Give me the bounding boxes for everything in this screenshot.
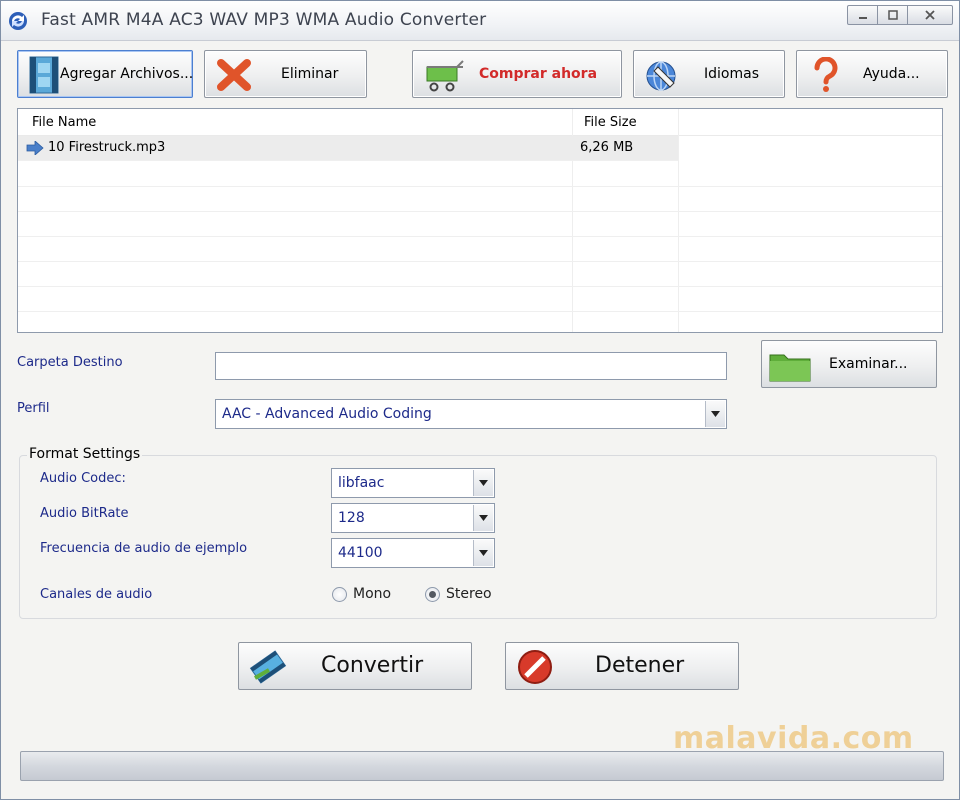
file-list-header: File Name File Size [18,109,942,136]
question-mark-icon [814,57,838,92]
empty-row [18,162,942,187]
file-name-cell: 10 Firestruck.mp3 [26,140,165,155]
buy-now-label: Comprar ahora [479,66,598,82]
empty-row [18,287,942,312]
browse-label: Examinar... [829,356,908,372]
shopping-cart-icon [426,60,464,92]
radio-stereo[interactable]: Stereo [425,586,492,602]
arrow-right-icon [26,140,44,155]
empty-row [18,262,942,287]
watermark-text: malavida.com [673,721,914,756]
empty-row [18,212,942,237]
window-title: Fast AMR M4A AC3 WAV MP3 WMA Audio Conve… [41,10,487,30]
radio-stereo-label: Stereo [446,586,492,602]
maximize-icon [887,10,898,20]
radio-mono[interactable]: Mono [332,586,391,602]
title-bar: Fast AMR M4A AC3 WAV MP3 WMA Audio Conve… [1,1,959,41]
audio-codec-value: libfaac [338,475,385,491]
close-button[interactable] [908,6,952,24]
convert-label: Convertir [321,653,424,678]
minimize-button[interactable] [848,6,878,24]
languages-button[interactable]: Idiomas [633,50,785,98]
app-icon [9,12,27,30]
app-window: Fast AMR M4A AC3 WAV MP3 WMA Audio Conve… [0,0,960,800]
file-row[interactable]: 10 Firestruck.mp3 6,26 MB [18,136,678,161]
audio-bitrate-value: 128 [338,510,365,526]
add-files-label: Agregar Archivos... [60,66,194,82]
file-size: 6,26 MB [580,140,634,155]
audio-bitrate-select[interactable]: 128 [331,503,495,533]
chevron-down-icon [479,480,488,486]
format-settings-title: Format Settings [27,446,143,462]
buy-now-button[interactable]: Comprar ahora [412,50,622,98]
remove-label: Eliminar [281,66,339,82]
dropdown-arrow[interactable] [705,401,725,427]
empty-row [18,237,942,262]
dropdown-arrow[interactable] [473,505,493,531]
radio-stereo-dot[interactable] [425,586,440,602]
close-icon [925,10,935,20]
convert-button[interactable]: Convertir [238,642,472,690]
audio-codec-label: Audio Codec: [40,471,126,486]
add-files-button[interactable]: Agregar Archivos... [17,50,193,98]
audio-channels-label: Canales de audio [40,587,153,602]
languages-label: Idiomas [704,66,759,82]
sample-rate-value: 44100 [338,545,383,561]
remove-button[interactable]: Eliminar [204,50,367,98]
help-label: Ayuda... [863,66,920,82]
empty-row [18,187,942,212]
column-header-file-name[interactable]: File Name [32,115,96,130]
dropdown-arrow[interactable] [473,470,493,496]
stop-label: Detener [595,653,685,678]
film-convert-icon [249,650,287,684]
chevron-down-icon [711,411,720,417]
window-controls [847,5,953,25]
chevron-down-icon [479,515,488,521]
chevron-down-icon [479,550,488,556]
browse-button[interactable]: Examinar... [761,340,937,388]
dropdown-arrow[interactable] [473,540,493,566]
sample-rate-label: Frecuencia de audio de ejemplo [40,541,248,556]
dest-folder-input[interactable] [215,352,727,380]
stop-sign-icon [518,650,552,684]
file-name: 10 Firestruck.mp3 [48,140,166,155]
sample-rate-select[interactable]: 44100 [331,538,495,568]
minimize-icon [858,17,867,19]
dest-folder-label: Carpeta Destino [17,355,123,370]
radio-mono-dot[interactable] [332,586,347,602]
profile-value: AAC - Advanced Audio Coding [222,406,432,422]
film-strip-icon [29,56,59,94]
maximize-button[interactable] [878,6,908,24]
folder-icon [769,354,811,382]
stop-button[interactable]: Detener [505,642,739,690]
help-button[interactable]: Ayuda... [796,50,948,98]
profile-label: Perfil [17,401,50,416]
audio-bitrate-label: Audio BitRate [40,506,129,521]
radio-mono-label: Mono [353,586,392,602]
audio-codec-select[interactable]: libfaac [331,468,495,498]
profile-select[interactable]: AAC - Advanced Audio Coding [215,399,727,429]
file-list[interactable]: File Name File Size 10 Firestruck.mp3 6,… [17,108,943,333]
column-header-file-size[interactable]: File Size [584,115,637,130]
globe-pen-icon [646,61,676,91]
delete-x-icon [217,59,251,91]
